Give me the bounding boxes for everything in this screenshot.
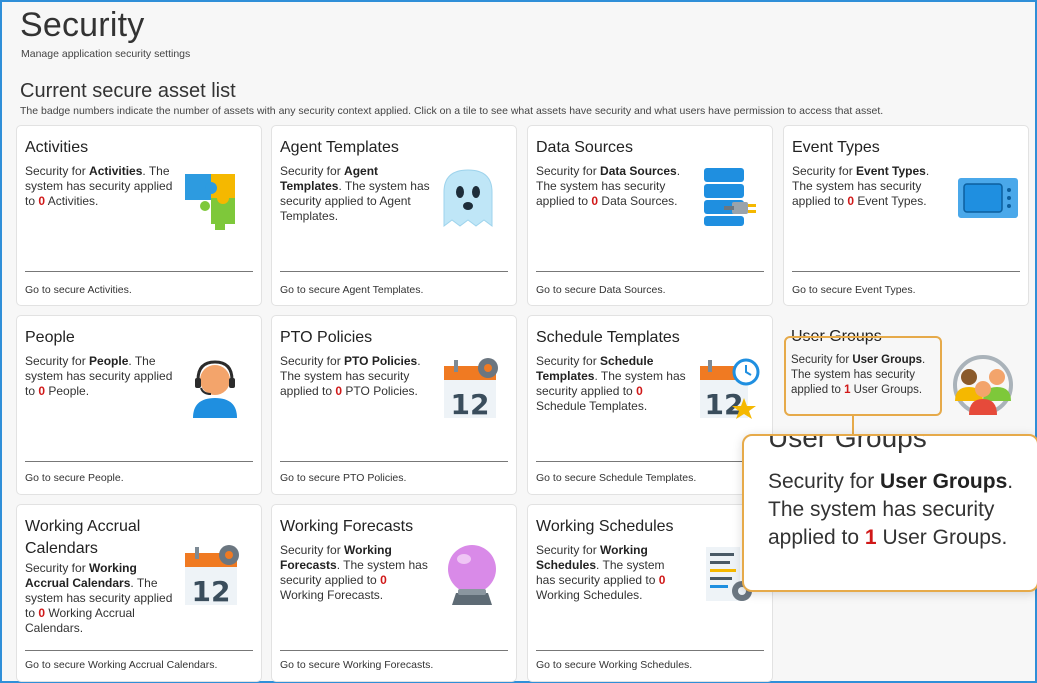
tile-schedule-templates[interactable]: Schedule Templates Security for Schedule… [527, 315, 773, 495]
tile-data-sources[interactable]: Data Sources Security for Data Sources. … [527, 125, 773, 306]
callout-pointer [852, 416, 854, 436]
tile-title: Working Forecasts [280, 518, 414, 535]
tile-divider [536, 650, 764, 651]
tile-working-accrual-calendars[interactable]: Working Accrual Calendars Security for W… [16, 504, 262, 682]
puzzle-icon [185, 174, 235, 230]
tile-description: Security for Activities. The system has … [25, 164, 173, 208]
tile-divider [25, 650, 253, 651]
ghost-icon [443, 169, 493, 227]
security-count: 1 [864, 526, 877, 549]
tile-divider [536, 271, 764, 272]
svg-text:12: 12 [451, 388, 490, 421]
tile-divider [536, 461, 764, 462]
tile-link[interactable]: Go to secure People. [25, 472, 124, 484]
tile-link[interactable]: Go to secure Activities. [25, 284, 132, 296]
security-count: 0 [380, 573, 387, 587]
tile-link[interactable]: Go to secure Schedule Templates. [536, 472, 696, 484]
tile-title: Working Accrual Calendars [25, 518, 141, 557]
tile-description: Security for Event Types. The system has… [792, 164, 930, 208]
tile-description: Security for Data Sources. The system ha… [536, 164, 681, 208]
tile-event-types[interactable]: Event Types Security for Event Types. Th… [783, 125, 1029, 306]
tile-divider [25, 461, 253, 462]
tile-title: PTO Policies [280, 329, 373, 346]
tile-description: Security for Working Accrual Calendars. … [25, 561, 173, 635]
calendar-gear-icon: 12 [185, 545, 239, 608]
zoom-callout: User Groups Security for User Groups. Th… [742, 434, 1037, 592]
tile-link[interactable]: Go to secure Working Forecasts. [280, 659, 433, 671]
tile-divider [280, 271, 508, 272]
tile-pto-policies[interactable]: PTO Policies Security for PTO Policies. … [271, 315, 517, 495]
tile-title: Schedule Templates [536, 329, 680, 346]
tile-divider [280, 650, 508, 651]
tile-description: Security for Working Forecasts. The syst… [280, 543, 428, 602]
section-title: Current secure asset list [20, 80, 236, 102]
zoom-callout-title: User Groups [768, 434, 927, 453]
tile-description: Security for Agent Templates. The system… [280, 164, 430, 223]
database-icon [704, 168, 756, 226]
tile-title: Activities [25, 139, 89, 156]
tile-divider [792, 271, 1020, 272]
highlight-box [784, 336, 942, 416]
page-subtitle: Manage application security settings [21, 48, 191, 60]
crystal-ball-icon [448, 545, 496, 605]
tile-title: Working Schedules [536, 518, 674, 535]
agent-headset-icon [193, 360, 237, 418]
tile-link[interactable]: Go to secure Event Types. [792, 284, 916, 296]
section-description: The badge numbers indicate the number of… [20, 105, 884, 117]
tile-agent-templates[interactable]: Agent Templates Security for Agent Templ… [271, 125, 517, 306]
tile-title: Agent Templates [280, 139, 399, 156]
tile-description: Security for People. The system has secu… [25, 354, 173, 398]
page-title: Security [20, 6, 145, 44]
tile-link[interactable]: Go to secure Working Accrual Calendars. [25, 659, 217, 671]
calendar-gear-icon: 12 [444, 358, 498, 421]
svg-text:12: 12 [192, 575, 231, 608]
tile-link[interactable]: Go to secure PTO Policies. [280, 472, 406, 484]
ticket-icon [958, 178, 1018, 218]
tile-divider [280, 461, 508, 462]
tile-description: Security for Schedule Templates. The sys… [536, 354, 686, 413]
tile-title: Event Types [792, 139, 880, 156]
tile-description: Security for PTO Policies. The system ha… [280, 354, 421, 398]
tile-link[interactable]: Go to secure Agent Templates. [280, 284, 423, 296]
app-frame: Security Manage application security set… [0, 0, 1037, 683]
tile-title: People [25, 329, 75, 346]
tile-working-forecasts[interactable]: Working Forecasts Security for Working F… [271, 504, 517, 682]
tile-description: Security for Working Schedules. The syst… [536, 543, 666, 602]
security-count: 0 [658, 573, 666, 587]
tile-people[interactable]: People Security for People. The system h… [16, 315, 262, 495]
calendar-clock-star-icon: 12 [700, 358, 760, 421]
tile-divider [25, 271, 253, 272]
user-group-icon [953, 355, 1013, 415]
security-count: 0 [636, 384, 643, 398]
tile-link[interactable]: Go to secure Data Sources. [536, 284, 666, 296]
tile-activities[interactable]: Activities Security for Activities. The … [16, 125, 262, 306]
tile-working-schedules[interactable]: Working Schedules Security for Working S… [527, 504, 773, 682]
tile-title: Data Sources [536, 139, 633, 156]
tile-link[interactable]: Go to secure Working Schedules. [536, 659, 692, 671]
zoom-callout-description: Security for User Groups. The system has… [768, 470, 1014, 549]
